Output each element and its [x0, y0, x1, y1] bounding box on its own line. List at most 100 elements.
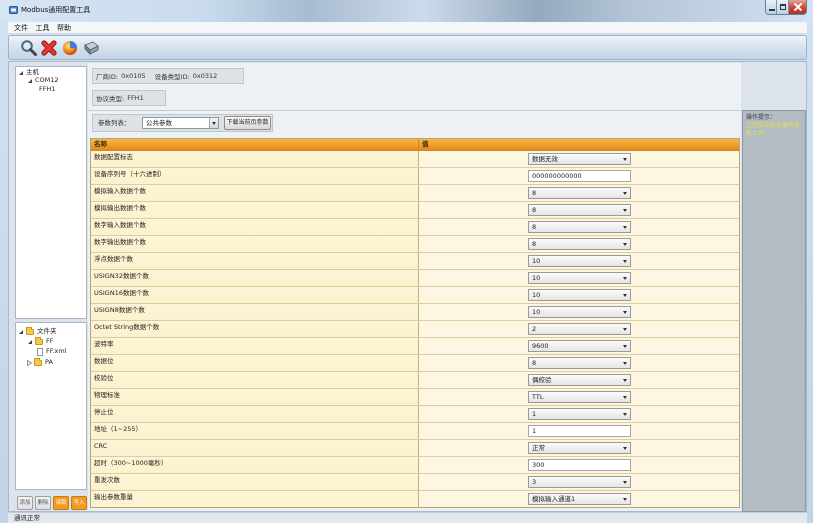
download-page-params-button[interactable]: 下载当前页参数	[224, 116, 271, 130]
table-row: 输出参数重量 模拟输入通道1	[91, 491, 739, 507]
param-value-dropdown[interactable]: 10	[528, 272, 631, 284]
tree-node-label: PA	[45, 358, 53, 366]
table-row: 模拟输出数据个数 8	[91, 202, 739, 219]
table-row: 超时（300~1000毫秒）	[91, 457, 739, 474]
table-row: USIGN8数据个数 10	[91, 304, 739, 321]
param-value-dropdown[interactable]: 8	[528, 204, 631, 216]
param-value-dropdown[interactable]: 10	[528, 289, 631, 301]
param-value-cell: 8	[419, 355, 739, 371]
device-button[interactable]	[82, 39, 100, 57]
param-value-dropdown[interactable]: 8	[528, 238, 631, 250]
tree-node-folder-ff[interactable]: FF	[28, 336, 53, 346]
tree-node-label: 文件夹	[37, 327, 57, 335]
maximize-button[interactable]	[777, 0, 789, 14]
param-value-cell: 8	[419, 219, 739, 235]
param-list-dropdown[interactable]: 公共参数	[142, 117, 219, 129]
chevron-down-icon	[623, 294, 627, 297]
hint-message: 已完成读取设备的参数上传。	[746, 122, 801, 137]
connect-button[interactable]	[61, 39, 79, 57]
table-body: 数据配置标志数据无效设备序列号（十六进制）模拟输入数据个数8模拟输出数据个数8数…	[91, 151, 739, 507]
tree-node-port[interactable]: COM12	[28, 76, 59, 85]
param-value-dropdown[interactable]: 1	[528, 408, 631, 420]
param-value-dropdown[interactable]: 10	[528, 306, 631, 318]
toolbar	[8, 35, 807, 60]
minimize-icon	[769, 9, 775, 11]
menu-item-help[interactable]: 帮助	[57, 23, 71, 33]
param-name: USIGN32数据个数	[91, 270, 419, 286]
dropdown-selected-value: 10	[532, 274, 541, 282]
dropdown-selected-value: 8	[532, 240, 537, 248]
table-row: 波特率 9600	[91, 338, 739, 355]
protocol-value: FFH1	[127, 94, 144, 102]
menu-item-file[interactable]: 文件	[14, 23, 28, 33]
minimize-button[interactable]	[766, 0, 778, 14]
param-value-input[interactable]	[528, 425, 631, 437]
title-bar[interactable]: Modbus通用配置工具	[0, 0, 813, 22]
dropdown-selected-value: 8	[532, 223, 537, 231]
param-value-input[interactable]	[528, 170, 631, 182]
param-value-dropdown[interactable]: 数据无效	[528, 153, 631, 165]
param-value-dropdown[interactable]: TTL	[528, 391, 631, 403]
param-value-dropdown[interactable]: 8	[528, 187, 631, 199]
param-value-dropdown[interactable]: 9600	[528, 340, 631, 352]
search-button[interactable]	[20, 39, 38, 57]
table-row: 数字输入数据个数 8	[91, 219, 739, 236]
delete-icon	[41, 40, 57, 56]
param-list-label: 参数列表：	[98, 119, 131, 127]
chevron-down-icon	[623, 209, 627, 212]
dropdown-selected-value: 数据无效	[532, 155, 558, 163]
table-row: 停止位 1	[91, 406, 739, 423]
delete-button[interactable]	[40, 39, 58, 57]
side-button-read[interactable]: 读取	[53, 496, 69, 510]
column-header-value[interactable]: 值	[419, 139, 739, 150]
folder-icon	[34, 357, 42, 366]
tree-node-folder-root[interactable]: 文件夹	[19, 326, 57, 336]
side-button-write[interactable]: 写入	[71, 496, 87, 510]
file-tree-panel: 文件夹 FF FF.xml PA	[15, 322, 87, 490]
param-name: USIGN16数据个数	[91, 287, 419, 303]
close-button[interactable]	[788, 0, 806, 14]
table-row: 重发次数 3	[91, 474, 739, 491]
param-list-selected: 公共参数	[146, 119, 172, 127]
menu-item-tools[interactable]: 工具	[36, 23, 50, 33]
table-row: 数据位 8	[91, 355, 739, 372]
dropdown-selected-value: 8	[532, 359, 537, 367]
device-tree-panel: 主机 COM12 FFH1	[15, 66, 87, 319]
side-button-add[interactable]: 添加	[17, 496, 33, 510]
param-value-dropdown[interactable]: 2	[528, 323, 631, 335]
param-value-dropdown[interactable]: 8	[528, 221, 631, 233]
chevron-down-icon	[623, 158, 627, 161]
expanded-toggle-icon[interactable]	[19, 70, 23, 75]
param-value-dropdown[interactable]: 8	[528, 357, 631, 369]
param-value-dropdown[interactable]: 10	[528, 255, 631, 267]
table-row: 设备序列号（十六进制）	[91, 168, 739, 185]
table-row: 浮点数据个数 10	[91, 253, 739, 270]
window-controls	[765, 0, 807, 15]
protocol-box: 协议类型: FFH1	[92, 90, 166, 106]
param-value-cell: 8	[419, 185, 739, 201]
param-value-input[interactable]	[528, 459, 631, 471]
param-name: Octet String数据个数	[91, 321, 419, 337]
side-button-delete[interactable]: 删除	[35, 496, 51, 510]
param-value-dropdown[interactable]: 模拟输入通道1	[528, 493, 631, 505]
column-header-name[interactable]: 名称	[91, 139, 419, 150]
divider	[88, 110, 741, 111]
expanded-toggle-icon[interactable]	[19, 329, 23, 334]
param-value-dropdown[interactable]: 3	[528, 476, 631, 488]
expanded-toggle-icon[interactable]	[28, 339, 32, 344]
param-value-cell: 10	[419, 270, 739, 286]
chevron-down-icon[interactable]	[209, 118, 218, 128]
param-name: 超时（300~1000毫秒）	[91, 457, 419, 473]
param-value-dropdown[interactable]: 偶校验	[528, 374, 631, 386]
operation-hint-panel: 操作提示： 已完成读取设备的参数上传。	[742, 110, 806, 512]
collapsed-toggle-icon[interactable]	[27, 359, 32, 366]
tree-node-folder-pa[interactable]: PA	[27, 357, 53, 367]
tree-node-device[interactable]: FFH1	[39, 85, 56, 94]
dropdown-selected-value: 9600	[532, 342, 549, 350]
app-window: Modbus通用配置工具 文件 工具 帮助 主机 COM12 FFH1 文件夹 …	[0, 0, 813, 523]
param-value-cell	[419, 457, 739, 473]
param-value-dropdown[interactable]: 正常	[528, 442, 631, 454]
tree-node-label: COM12	[35, 76, 59, 84]
expanded-toggle-icon[interactable]	[28, 78, 32, 83]
tree-node-file-xml[interactable]: FF.xml	[37, 347, 66, 356]
